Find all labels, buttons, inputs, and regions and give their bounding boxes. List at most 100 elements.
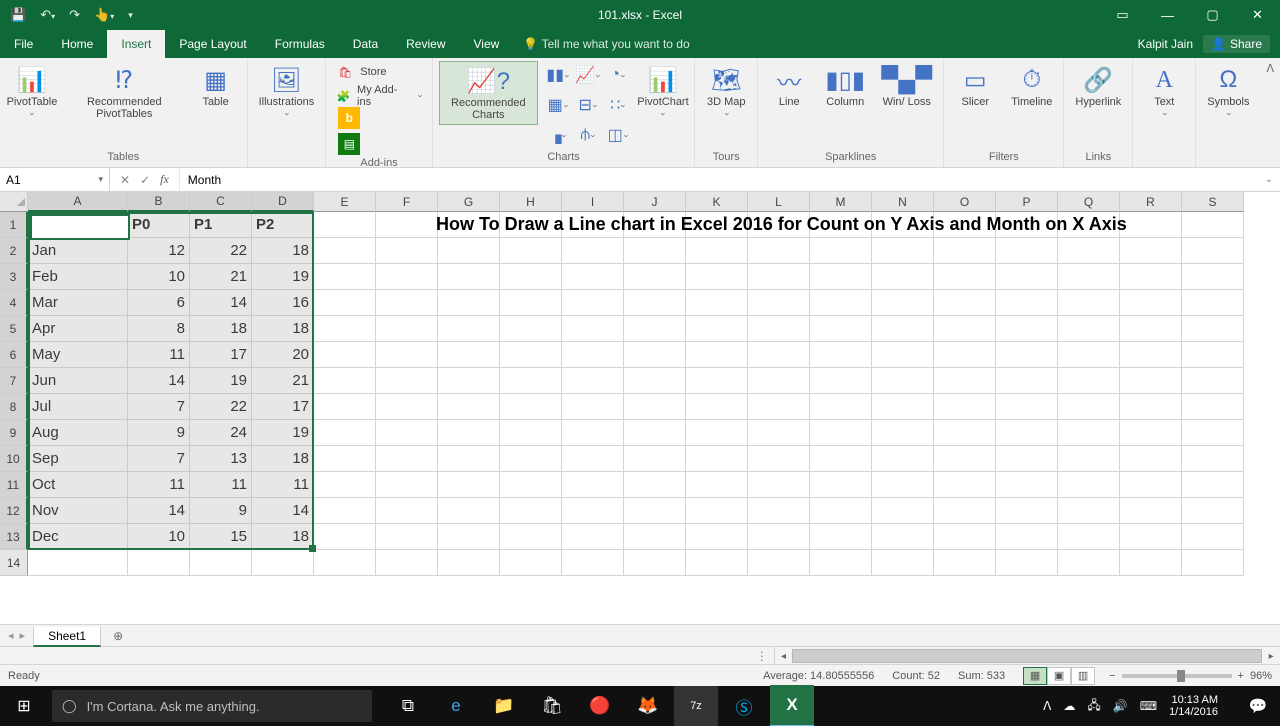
cell[interactable]: 18	[190, 316, 252, 342]
cell[interactable]	[748, 264, 810, 290]
cell[interactable]	[996, 420, 1058, 446]
cell[interactable]: Apr	[28, 316, 128, 342]
cell[interactable]	[934, 446, 996, 472]
cell[interactable]	[314, 498, 376, 524]
cell[interactable]	[1058, 524, 1120, 550]
cell[interactable]	[686, 420, 748, 446]
expand-formula-bar-icon[interactable]: ⌄	[1258, 168, 1280, 191]
column-header[interactable]: M	[810, 192, 872, 212]
column-header[interactable]: O	[934, 192, 996, 212]
start-button[interactable]: ⊞	[0, 686, 48, 726]
chrome-icon[interactable]: 🔴	[578, 686, 622, 726]
share-button[interactable]: 👤 Share	[1203, 35, 1270, 53]
row-header[interactable]: 6	[0, 342, 28, 368]
insert-function-icon[interactable]: fx	[160, 172, 169, 187]
cell[interactable]: 14	[128, 368, 190, 394]
cell[interactable]: 14	[252, 498, 314, 524]
cell[interactable]	[1182, 212, 1244, 238]
cell[interactable]	[624, 472, 686, 498]
select-all-corner[interactable]	[0, 192, 28, 212]
column-header[interactable]: K	[686, 192, 748, 212]
cell[interactable]	[438, 394, 500, 420]
ribbon-options-icon[interactable]: ▭	[1100, 0, 1145, 30]
cell[interactable]	[1182, 368, 1244, 394]
task-view-icon[interactable]: ⧉	[386, 686, 430, 726]
row-header[interactable]: 3	[0, 264, 28, 290]
skype-icon[interactable]: Ⓢ	[722, 686, 766, 726]
cell[interactable]	[1120, 212, 1182, 238]
cell[interactable]	[1182, 420, 1244, 446]
column-header[interactable]: R	[1120, 192, 1182, 212]
column-header[interactable]: S	[1182, 192, 1244, 212]
column-header[interactable]: Q	[1058, 192, 1120, 212]
cell[interactable]	[438, 420, 500, 446]
cell[interactable]	[872, 264, 934, 290]
tray-expand-icon[interactable]: ᐱ	[1043, 699, 1051, 713]
column-header[interactable]: E	[314, 192, 376, 212]
cell[interactable]	[438, 524, 500, 550]
onedrive-icon[interactable]: ☁	[1063, 699, 1075, 713]
cell[interactable]	[996, 550, 1058, 576]
table-button[interactable]: ▦Table	[191, 61, 241, 111]
cell[interactable]	[748, 550, 810, 576]
cell[interactable]	[810, 420, 872, 446]
action-center-icon[interactable]: 💬	[1238, 686, 1278, 726]
cell[interactable]: Oct	[28, 472, 128, 498]
cell[interactable]	[1120, 524, 1182, 550]
cell[interactable]	[438, 446, 500, 472]
tab-data[interactable]: Data	[339, 30, 392, 58]
cell[interactable]: Jul	[28, 394, 128, 420]
cell[interactable]	[624, 420, 686, 446]
excel-taskbar-icon[interactable]: X	[770, 686, 814, 726]
cell[interactable]	[562, 420, 624, 446]
edge-icon[interactable]: e	[434, 686, 478, 726]
cell[interactable]: Jan	[28, 238, 128, 264]
cell[interactable]	[376, 550, 438, 576]
save-icon[interactable]: 💾	[10, 7, 26, 23]
cell[interactable]	[810, 472, 872, 498]
cell[interactable]: Feb	[28, 264, 128, 290]
cell[interactable]	[314, 264, 376, 290]
view-normal-icon[interactable]: ▦	[1023, 667, 1047, 685]
cell[interactable]	[934, 550, 996, 576]
cell[interactable]	[810, 446, 872, 472]
cell[interactable]: P0	[128, 212, 190, 238]
cell[interactable]	[500, 238, 562, 264]
cell[interactable]	[1182, 524, 1244, 550]
column-header[interactable]: B	[128, 192, 190, 212]
cell[interactable]	[500, 524, 562, 550]
cell[interactable]	[562, 550, 624, 576]
cell[interactable]	[252, 550, 314, 576]
zoom-out-icon[interactable]: −	[1109, 670, 1115, 682]
cell[interactable]	[1058, 472, 1120, 498]
cell[interactable]	[996, 290, 1058, 316]
column-header[interactable]: H	[500, 192, 562, 212]
cell[interactable]	[1120, 446, 1182, 472]
store-icon[interactable]: 🛍	[530, 686, 574, 726]
3d-map-button[interactable]: 🗺3D Map	[701, 61, 751, 123]
cell[interactable]	[376, 342, 438, 368]
column-header[interactable]: J	[624, 192, 686, 212]
cell[interactable]: 17	[252, 394, 314, 420]
sheet-nav-next-icon[interactable]: ▸	[20, 629, 26, 642]
7zip-icon[interactable]: 7z	[674, 686, 718, 726]
cell[interactable]: 19	[252, 264, 314, 290]
cell[interactable]	[686, 394, 748, 420]
cell[interactable]	[1058, 342, 1120, 368]
cell[interactable]	[934, 290, 996, 316]
scroll-thumb[interactable]	[792, 649, 1262, 663]
cell[interactable]	[872, 290, 934, 316]
cell[interactable]	[376, 368, 438, 394]
system-clock[interactable]: 10:13 AM 1/14/2016	[1169, 694, 1226, 718]
cell[interactable]	[996, 524, 1058, 550]
cell[interactable]	[376, 212, 438, 238]
cell[interactable]	[376, 264, 438, 290]
cell[interactable]: 7	[128, 394, 190, 420]
scroll-track[interactable]	[792, 647, 1262, 664]
zoom-slider[interactable]	[1122, 674, 1232, 678]
cell[interactable]	[1058, 316, 1120, 342]
cell[interactable]	[748, 238, 810, 264]
statistic-chart-icon[interactable]: ⊟	[574, 91, 602, 119]
user-name[interactable]: Kalpit Jain	[1138, 37, 1193, 51]
cell[interactable]	[562, 446, 624, 472]
